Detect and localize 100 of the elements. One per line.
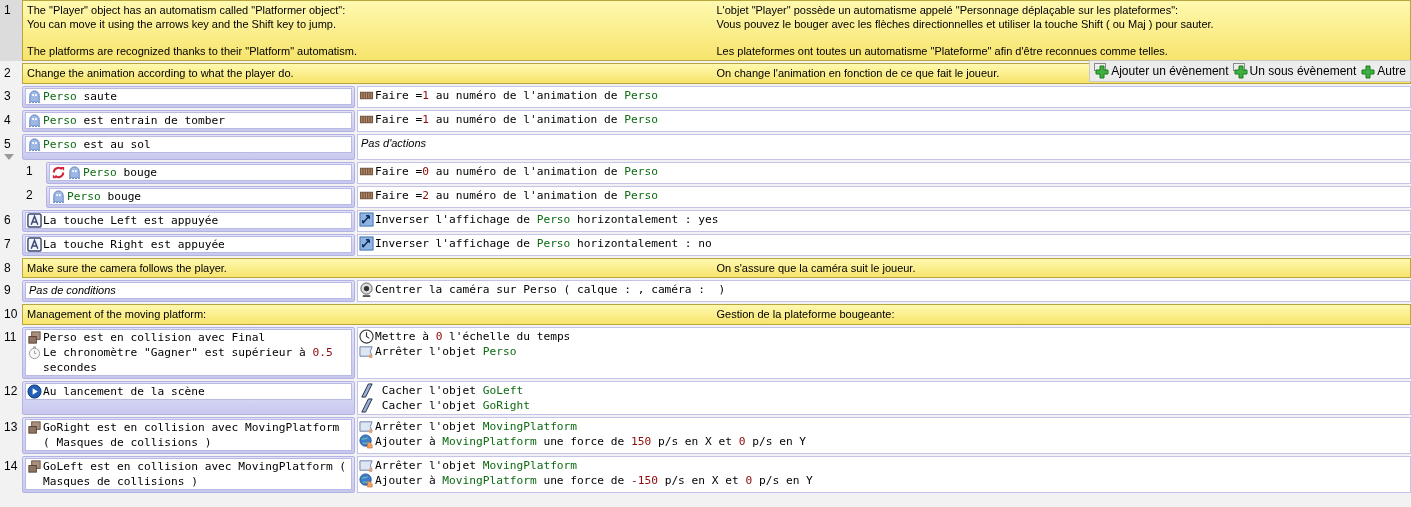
action-text[interactable]: Faire =0 au numéro de l'animation de Perso [375,163,658,179]
stopwatch-icon [27,344,42,360]
event-number: 10 [4,307,18,321]
conditions-box[interactable]: Perso bouge [49,187,352,205]
action-text[interactable]: Centrer la caméra sur Perso ( calque : , caméra : ) [375,282,726,297]
ghost-icon [27,88,42,104]
comment-box[interactable]: Make sure the camera follows the player. On s'assure que la caméra suit le joueur. [22,257,1411,278]
condition-text[interactable]: La touche Left est appuyée [43,212,219,228]
comment-text: Change the animation according to what the player do. [27,67,294,81]
condition-text[interactable]: Le chronomètre "Gagner" est supérieur à 0.5 secondes [43,344,350,375]
condition-text[interactable]: Perso est au sol [43,136,151,152]
add-event-button[interactable]: Ajouter un évènement [1094,63,1229,79]
comment-text: Gestion de la plateforme bougeante: [716,308,895,322]
condition-text[interactable]: Perso est entrain de tomber [43,112,225,128]
action-text[interactable]: Cacher l'objet GoRight [375,397,530,413]
action-text[interactable]: Inverser l'affichage de Perso horizontalement : no [375,235,712,251]
actions-box[interactable]: Faire =1 au numéro de l'animation de Perso [357,109,1411,132]
flip-icon [359,211,374,227]
actions-box[interactable]: Arrêter l'objet MovingPlatform Ajouter à MovingPlatform une force de -150 p/s en X et 0 p/s en Y [357,455,1411,493]
actions-box[interactable]: Mettre à 0 l'échelle du temps Arrêter l'objet Perso [357,326,1411,379]
comment-text: Make sure the camera follows the player. [27,261,227,275]
conditions-box[interactable]: Perso est au sol [25,135,352,153]
conditions-box[interactable]: Pas de conditions [25,282,352,299]
slash-icon [359,397,374,413]
other-button[interactable]: Autre [1360,63,1406,79]
boxes-icon [27,329,42,345]
event-number: 7 [4,236,11,251]
actions-box[interactable]: Arrêter l'objet MovingPlatform Ajouter à MovingPlatform une force de 150 p/s en X et 0 p/s en Y [357,416,1411,454]
add-sub-event-button[interactable]: Un sous évènement [1232,63,1357,79]
actions-box[interactable]: Faire =0 au numéro de l'animation de Perso [357,161,1411,184]
action-text[interactable]: Arrêter l'objet Perso [375,343,517,359]
action-text[interactable]: Arrêter l'objet MovingPlatform [375,418,578,434]
no-actions-text: Pas d'actions [360,135,427,151]
clock-icon [359,328,374,344]
sub-event-number: 1 [25,162,34,180]
add-frame-icon [1094,63,1111,79]
ghost-icon [51,188,66,204]
actions-box[interactable]: Pas d'actions [357,133,1411,160]
event-number: 11 [4,329,17,344]
conditions-box[interactable]: Perso saute [25,87,352,105]
comment-text: Management of the moving platform: [27,308,207,322]
actions-box[interactable]: Faire =1 au numéro de l'animation de Perso [357,85,1411,108]
condition-text[interactable]: Perso bouge [67,188,142,204]
action-text[interactable]: Ajouter à MovingPlatform une force de 150 p/s en X et 0 p/s en Y [375,433,807,449]
flag-icon [359,418,374,434]
event-number: 8 [4,260,11,275]
event-number: 12 [4,383,18,398]
conditions-box[interactable]: Au lancement de la scène [25,382,352,400]
boxes-icon [27,458,42,474]
comment-text: L'objet "Player" possède un automatisme appelé "Personnage déplaçable sur les plateformes": Vous pouvez le bouger avec les flèches directionnelles et utiliser la touche Shift ( ou Maj ) pour sauter. Les plateformes ont toutes un automatisme "Plateforme" afin d'être reconnues comme telles. [716,4,1214,58]
condition-text[interactable]: Perso saute [43,88,118,104]
play-icon [27,383,42,399]
globe-icon [359,433,374,449]
event-number: 5 [4,136,11,151]
ghost-icon [67,164,82,180]
action-text[interactable]: Faire =1 au numéro de l'animation de Perso [375,111,658,127]
event-number: 14 [4,458,18,473]
event-number: 4 [4,112,11,127]
action-text[interactable]: Arrêter l'objet MovingPlatform [375,457,578,473]
flag-icon [359,457,374,473]
no-conditions-text: Pas de conditions [28,283,116,298]
actions-box[interactable]: Inverser l'affichage de Perso horizontalement : yes [357,209,1411,232]
action-text[interactable]: Mettre à 0 l'échelle du temps [375,328,571,344]
sub-event-number: 2 [25,186,34,204]
event-number: 3 [4,88,11,103]
action-text[interactable]: Ajouter à MovingPlatform une force de -150 p/s en X et 0 p/s en Y [375,472,813,488]
ghost-icon [27,136,42,152]
slash-icon [359,382,374,398]
conditions-box[interactable]: La touche Left est appuyée [25,211,352,229]
action-text[interactable]: Cacher l'objet GoLeft [375,382,524,398]
action-text[interactable]: Faire =1 au numéro de l'animation de Perso [375,87,658,103]
condition-text[interactable]: Au lancement de la scène [43,383,205,399]
action-text[interactable]: Inverser l'affichage de Perso horizontalement : yes [375,211,719,227]
comment-text: On change l'animation en fonction de ce que fait le joueur. [716,67,1000,81]
action-text[interactable]: Faire =2 au numéro de l'animation de Perso [375,187,658,203]
add-frame-icon [1232,63,1249,79]
condition-text[interactable]: La touche Right est appuyée [43,236,225,252]
actions-box[interactable]: Centrer la caméra sur Perso ( calque : , caméra : ) [357,280,1411,302]
event-number: 1 [4,3,11,17]
actions-box[interactable]: Cacher l'objet GoLeft Cacher l'objet GoRight [357,380,1411,415]
conditions-box[interactable]: Perso bouge [49,163,352,181]
event-number: 6 [4,212,11,227]
conditions-box[interactable]: Perso est en collision avec Final Le chronomètre "Gagner" est supérieur à 0.5 secondes [25,328,352,376]
actions-box[interactable]: Faire =2 au numéro de l'animation de Perso [357,185,1411,208]
event-number: 2 [4,66,11,80]
keycap-icon [27,236,42,252]
comment-box[interactable] [22,0,1411,61]
conditions-box[interactable]: La touche Right est appuyée [25,235,352,253]
event-number: 13 [4,419,18,434]
conditions-box[interactable]: Perso est entrain de tomber [25,111,352,129]
condition-text[interactable]: Perso est en collision avec Final [43,329,266,345]
comment-box[interactable]: Management of the moving platform: Gestion de la plateforme bougeante: [22,304,1411,325]
ghost-icon [27,112,42,128]
event-number: 9 [4,283,11,297]
globe-icon [359,472,374,488]
flag-icon [359,343,374,359]
flip-icon [359,235,374,251]
comment-text: On s'assure que la caméra suit le joueur. [716,261,916,275]
condition-text[interactable]: Perso bouge [83,164,158,180]
actions-box[interactable]: Inverser l'affichage de Perso horizontalement : no [357,233,1411,256]
